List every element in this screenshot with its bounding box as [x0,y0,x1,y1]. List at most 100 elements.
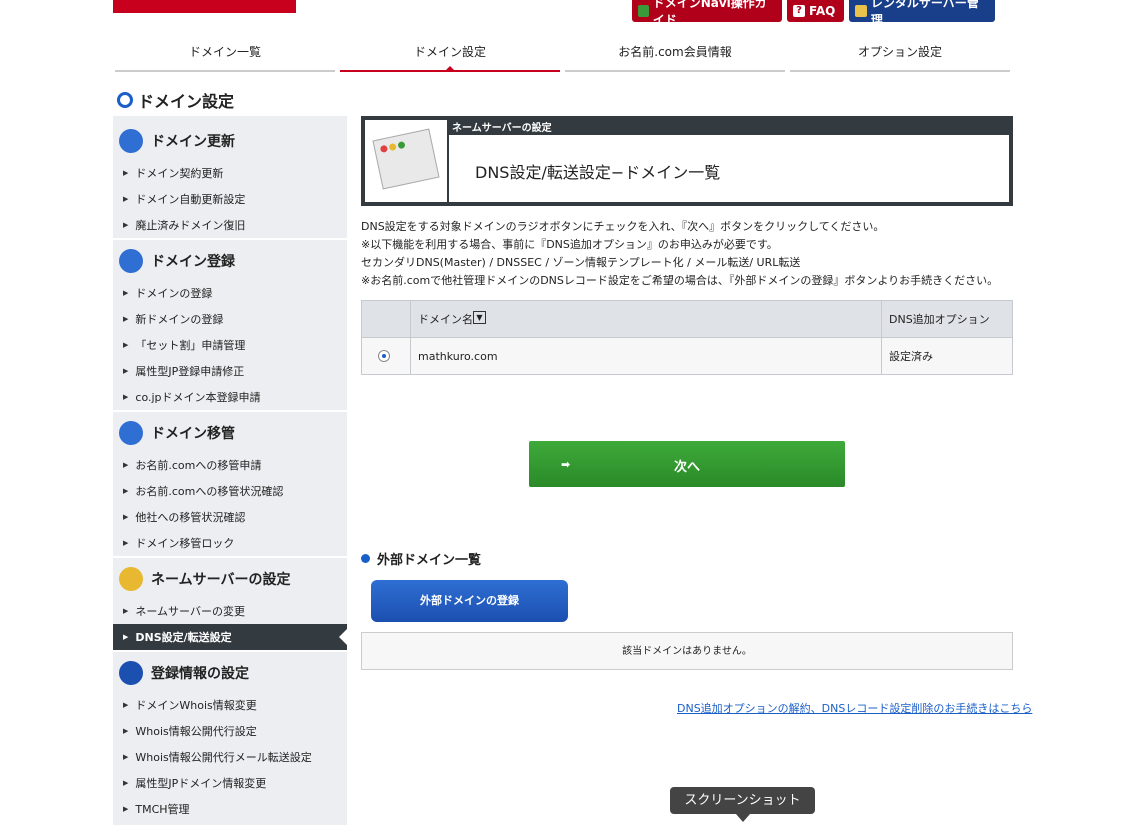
screenshot-tooltip: スクリーンショット [670,787,815,822]
table-header-row: ドメイン名 ▼ DNS追加オプション [361,300,1013,338]
sidebar-item[interactable]: ▶ 属性型JP登録申請修正 [113,358,347,384]
sidebar-item-label: co.jpドメイン本登録申請 [135,391,261,404]
instruction-line: ※お名前.comで他社管理ドメインのDNSレコード設定をご希望の場合は、『外部ド… [361,274,999,287]
header-panel: ネームサーバーの設定 DNS設定/転送設定−ドメイン一覧 [361,116,1013,206]
sidebar-section-register: ドメイン登録 [113,242,347,280]
sidebar-item-label: お名前.comへの移管申請 [135,459,262,472]
next-button-label: 次へ [673,460,700,475]
domain-column-label: ドメイン名 [418,313,473,326]
section-title: 登録情報の設定 [151,666,249,682]
sidebar-item-label: Whois情報公開代行設定 [135,725,257,738]
tab-label: お名前.com会員情報 [618,45,732,59]
instruction-line: セカンダリDNS(Master) / DNSSEC / ゾーン情報テンプレート化… [361,256,801,269]
tab-label: オプション設定 [857,45,942,59]
instruction-line: ※以下機能を利用する場合、事前に『DNS追加オプション』のお申込みが必要です。 [361,238,778,251]
sidebar-item-label: DNS設定/転送設定 [135,631,232,644]
domain-table: ドメイン名 ▼ DNS追加オプション mathkuro.com 設定済み [361,300,1013,375]
external-title-text: 外部ドメイン一覧 [377,553,482,568]
sidebar-item[interactable]: ▶ 廃止済みドメイン復旧 [113,212,347,238]
tab-label: ドメイン設定 [413,45,486,59]
sidebar-item-label: 属性型JPドメイン情報変更 [135,777,267,790]
navi-guide-label: ドメインNavi操作ガイド [652,0,767,27]
sidebar-item[interactable]: ▶ 他社への移管状況確認 [113,504,347,530]
sidebar-item-label: ドメインの登録 [135,287,213,300]
sidebar: ドメイン更新 ▶ ドメイン契約更新 ▶ ドメイン自動更新設定 ▶ 廃止済みドメイン復旧… [113,116,347,825]
sort-down-icon[interactable]: ▼ [473,311,486,324]
sidebar-item[interactable]: ▶ 新ドメインの登録 [113,306,347,332]
option-column-header: DNS追加オプション [881,300,1013,338]
sidebar-item-label: ドメイン自動更新設定 [135,193,246,206]
option-cell: 設定済み [881,337,1013,375]
tooltip-text: スクリーンショット [684,793,801,808]
sidebar-item-label: ネームサーバーの変更 [135,605,245,618]
question-icon: ? [793,5,805,17]
tab-member-info[interactable]: お名前.com会員情報 [565,44,785,72]
sidebar-item[interactable]: ▶ ネームサーバーの変更 [113,598,347,624]
tab-label: ドメイン一覧 [188,45,261,59]
sidebar-item[interactable]: ▶ ドメインの登録 [113,280,347,306]
sidebar-item[interactable]: ▶ ドメイン自動更新設定 [113,186,347,212]
sidebar-item-label: ドメイン移管ロック [135,537,235,550]
sidebar-section-renewal: ドメイン更新 [113,122,347,160]
transfer-icon [119,421,143,445]
plus-icon [119,249,143,273]
sidebar-item[interactable]: ▶ お名前.comへの移管状況確認 [113,478,347,504]
domain-cell: mathkuro.com [410,337,882,375]
circle-bullet-icon [117,92,133,108]
sidebar-item[interactable]: ▶ ドメイン契約更新 [113,160,347,186]
sidebar-item[interactable]: ▶ TMCH管理 [113,796,347,822]
sidebar-item-label: Whois情報公開代行メール転送設定 [135,751,312,764]
bullet-icon [361,554,370,563]
guide-icon [638,5,649,17]
panel-category: ネームサーバーの設定 [452,123,552,134]
sidebar-item-dns-settings[interactable]: ▶ DNS設定/転送設定 [113,624,347,650]
cancel-option-link[interactable]: DNS追加オプションの解約、DNSレコード設定削除のお手続きはこちら [677,700,1032,716]
table-row: mathkuro.com 設定済み [361,337,1013,375]
sidebar-item[interactable]: ▶ ドメインWhois情報変更 [113,692,347,718]
sidebar-item-label: ドメインWhois情報変更 [135,699,257,712]
sidebar-item[interactable]: ▶ Whois情報公開代行設定 [113,718,347,744]
instruction-line: DNS設定をする対象ドメインのラジオボタンにチェックを入れ、『次へ』ボタンをクリ… [361,220,885,233]
nameserver-icon [119,567,143,591]
tab-option-settings[interactable]: オプション設定 [790,44,1010,72]
sidebar-item[interactable]: ▶ 「セット割」申請管理 [113,332,347,358]
sidebar-item-label: 他社への移管状況確認 [135,511,246,524]
section-title: ドメイン移管 [151,426,235,442]
sidebar-item-label: 廃止済みドメイン復旧 [135,219,246,232]
domain-column-header: ドメイン名 ▼ [410,300,882,338]
sidebar-item-label: 属性型JP登録申請修正 [135,365,245,378]
sidebar-item[interactable]: ▶ お名前.comへの移管申請 [113,452,347,478]
page-title-text: ドメイン設定 [138,92,235,111]
external-domains-heading: 外部ドメイン一覧 [361,549,481,568]
sidebar-item-label: お名前.comへの移管状況確認 [135,485,284,498]
section-title: ドメイン登録 [151,254,235,270]
next-button[interactable]: ➡ 次へ [529,441,845,487]
empty-message: 該当ドメインはありません。 [361,632,1013,670]
onamae-logo[interactable] [113,0,296,13]
navi-guide-button[interactable]: ドメインNavi操作ガイド [632,0,782,27]
sidebar-item[interactable]: ▶ Whois情報公開代行メール転送設定 [113,744,347,770]
section-title: ドメイン更新 [151,134,235,150]
faq-button[interactable]: ? FAQ [787,0,844,22]
tab-domain-list[interactable]: ドメイン一覧 [115,44,335,72]
refresh-icon [119,129,143,153]
sidebar-item[interactable]: ▶ co.jpドメイン本登録申請 [113,384,347,410]
tab-domain-settings[interactable]: ドメイン設定 [340,44,560,72]
window-illustration-icon [365,120,447,202]
database-icon [119,661,143,685]
rental-icon [855,5,867,17]
sidebar-item[interactable]: ▶ ドメイン移管ロック [113,530,347,556]
sidebar-item[interactable]: ▶ 属性型JPドメイン情報変更 [113,770,347,796]
register-external-domain-button[interactable]: 外部ドメインの登録 [371,580,568,622]
section-title: ネームサーバーの設定 [151,572,291,588]
sidebar-item-label: 「セット割」申請管理 [135,339,246,352]
rental-server-button[interactable]: レンタルサーバー管理 [849,0,995,27]
domain-radio[interactable] [378,350,390,362]
sidebar-section-registrant: 登録情報の設定 [113,654,347,692]
sidebar-item-label: 新ドメインの登録 [135,313,224,326]
sidebar-item-label: TMCH管理 [135,803,190,816]
rental-label: レンタルサーバー管理 [870,0,979,27]
sidebar-section-nameserver: ネームサーバーの設定 [113,560,347,598]
panel-title: DNS設定/転送設定−ドメイン一覧 [475,163,721,182]
instructions: DNS設定をする対象ドメインのラジオボタンにチェックを入れ、『次へ』ボタンをクリ… [361,218,998,290]
